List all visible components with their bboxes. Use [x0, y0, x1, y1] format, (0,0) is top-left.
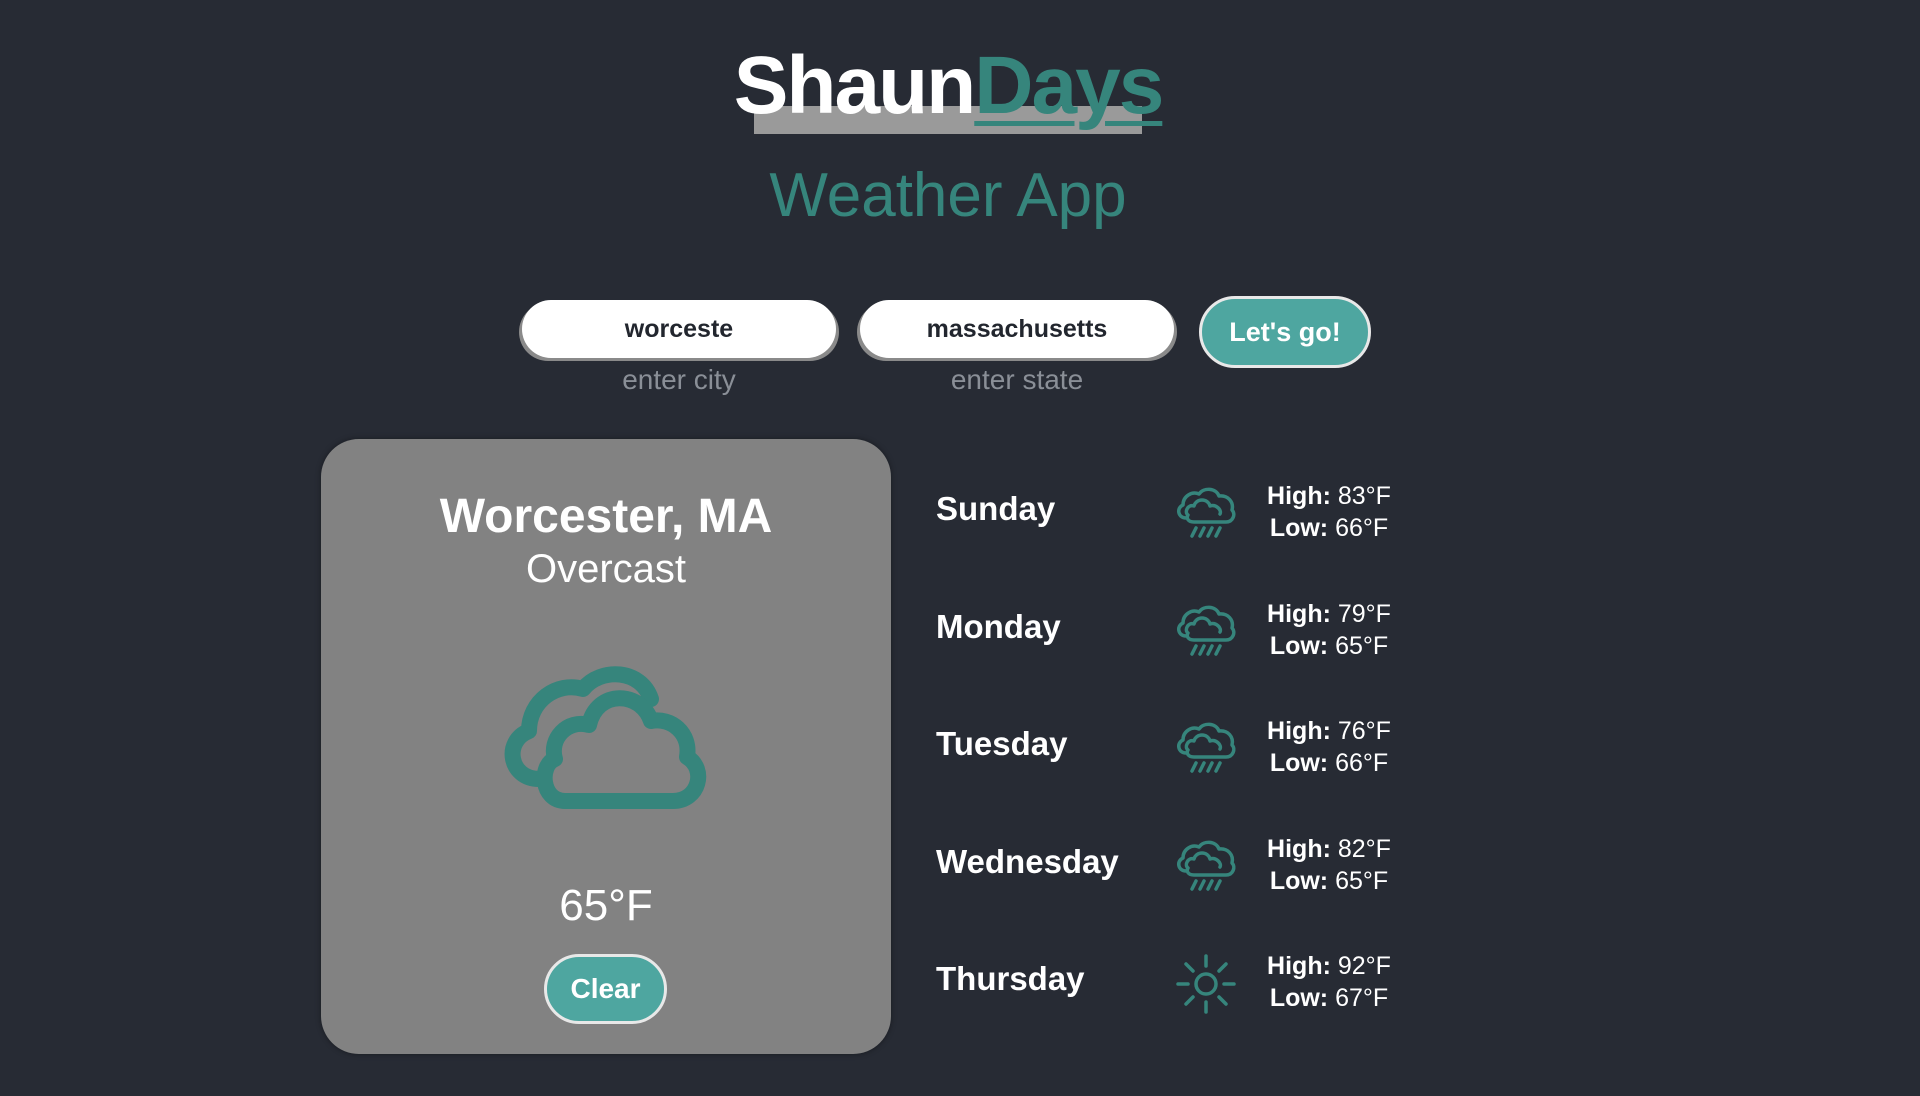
high-temp: 83°F: [1337, 482, 1391, 510]
high-temp: 76°F: [1337, 717, 1391, 745]
high-temp: 92°F: [1337, 952, 1391, 980]
forecast-row: Tuesday High: 76°F Low: 66°F: [936, 705, 1436, 823]
weather-app-page: ShaunDays Weather App enter city enter s…: [0, 0, 1920, 1096]
current-weather-card: Worcester, MA Overcast 65°F Clear: [321, 439, 891, 1054]
low-temp: 65°F: [1335, 866, 1389, 895]
rain-cloud-icon: [1177, 605, 1236, 656]
forecast-day: Tuesday: [936, 725, 1068, 762]
low-temp: 67°F: [1335, 984, 1389, 1012]
page-subtitle: Weather App: [769, 161, 1127, 230]
low-label: Low:: [1269, 749, 1329, 777]
state-input[interactable]: [860, 300, 1174, 358]
rain-cloud-icon: [1177, 722, 1236, 773]
forecast-temps: High: 92°F Low: 67°F: [1254, 950, 1404, 1014]
low-label: Low:: [1269, 984, 1329, 1012]
forecast-row: Wednesday High: 82°F Low: 65°F: [936, 823, 1436, 941]
brand-name-link[interactable]: Days: [974, 40, 1164, 131]
forecast-temps: High: 83°F Low: 66°F: [1254, 480, 1404, 544]
forecast-temps: High: 76°F Low: 66°F: [1254, 715, 1404, 779]
low-temp: 65°F: [1335, 631, 1389, 660]
city-hint: enter city: [622, 364, 736, 395]
low-label: Low:: [1269, 514, 1329, 542]
forecast-row: Sunday High: 83°F Low: 66°F: [936, 470, 1436, 588]
submit-button[interactable]: Let's go!: [1199, 296, 1371, 368]
forecast-day: Wednesday: [936, 842, 1119, 880]
low-label: Low:: [1269, 631, 1329, 660]
brand-logo: ShaunDays: [0, 38, 1896, 134]
high-temp: 82°F: [1337, 834, 1391, 863]
forecast-temps: High: 79°F Low: 65°F: [1254, 598, 1404, 662]
high-label: High:: [1267, 599, 1331, 628]
low-temp: 66°F: [1335, 749, 1389, 777]
state-field-group: enter state: [860, 300, 1174, 396]
current-location: Worcester, MA: [439, 490, 773, 543]
forecast-day: Thursday: [936, 960, 1085, 997]
state-hint: enter state: [950, 364, 1084, 395]
high-label: High:: [1267, 717, 1331, 745]
city-input[interactable]: [522, 300, 836, 358]
forecast-row: Monday High: 79°F Low: 65°F: [936, 588, 1436, 706]
rain-cloud-icon: [1177, 840, 1236, 891]
sun-icon: [1176, 954, 1236, 1014]
high-label: High:: [1267, 834, 1331, 863]
clear-button[interactable]: Clear: [544, 954, 667, 1024]
overcast-clouds-icon: [504, 666, 707, 809]
high-temp: 79°F: [1337, 599, 1391, 628]
low-temp: 66°F: [1335, 514, 1389, 542]
current-temperature: 65°F: [559, 881, 653, 930]
forecast-day: Monday: [936, 607, 1061, 645]
low-label: Low:: [1269, 866, 1329, 895]
forecast-day: Sunday: [936, 490, 1056, 527]
forecast-row: Thursday High: 92°F Low: 67°F: [936, 940, 1436, 1058]
rain-cloud-icon: [1177, 487, 1236, 538]
high-label: High:: [1267, 482, 1331, 510]
high-label: High:: [1267, 952, 1331, 980]
city-field-group: enter city: [522, 300, 836, 396]
forecast-temps: High: 82°F Low: 65°F: [1254, 833, 1404, 897]
brand-name-first: Shaun: [733, 40, 977, 131]
forecast-list: Sunday High: 83°F Low: 66°F Monday High:…: [936, 470, 1436, 1058]
current-condition: Overcast: [525, 547, 687, 591]
